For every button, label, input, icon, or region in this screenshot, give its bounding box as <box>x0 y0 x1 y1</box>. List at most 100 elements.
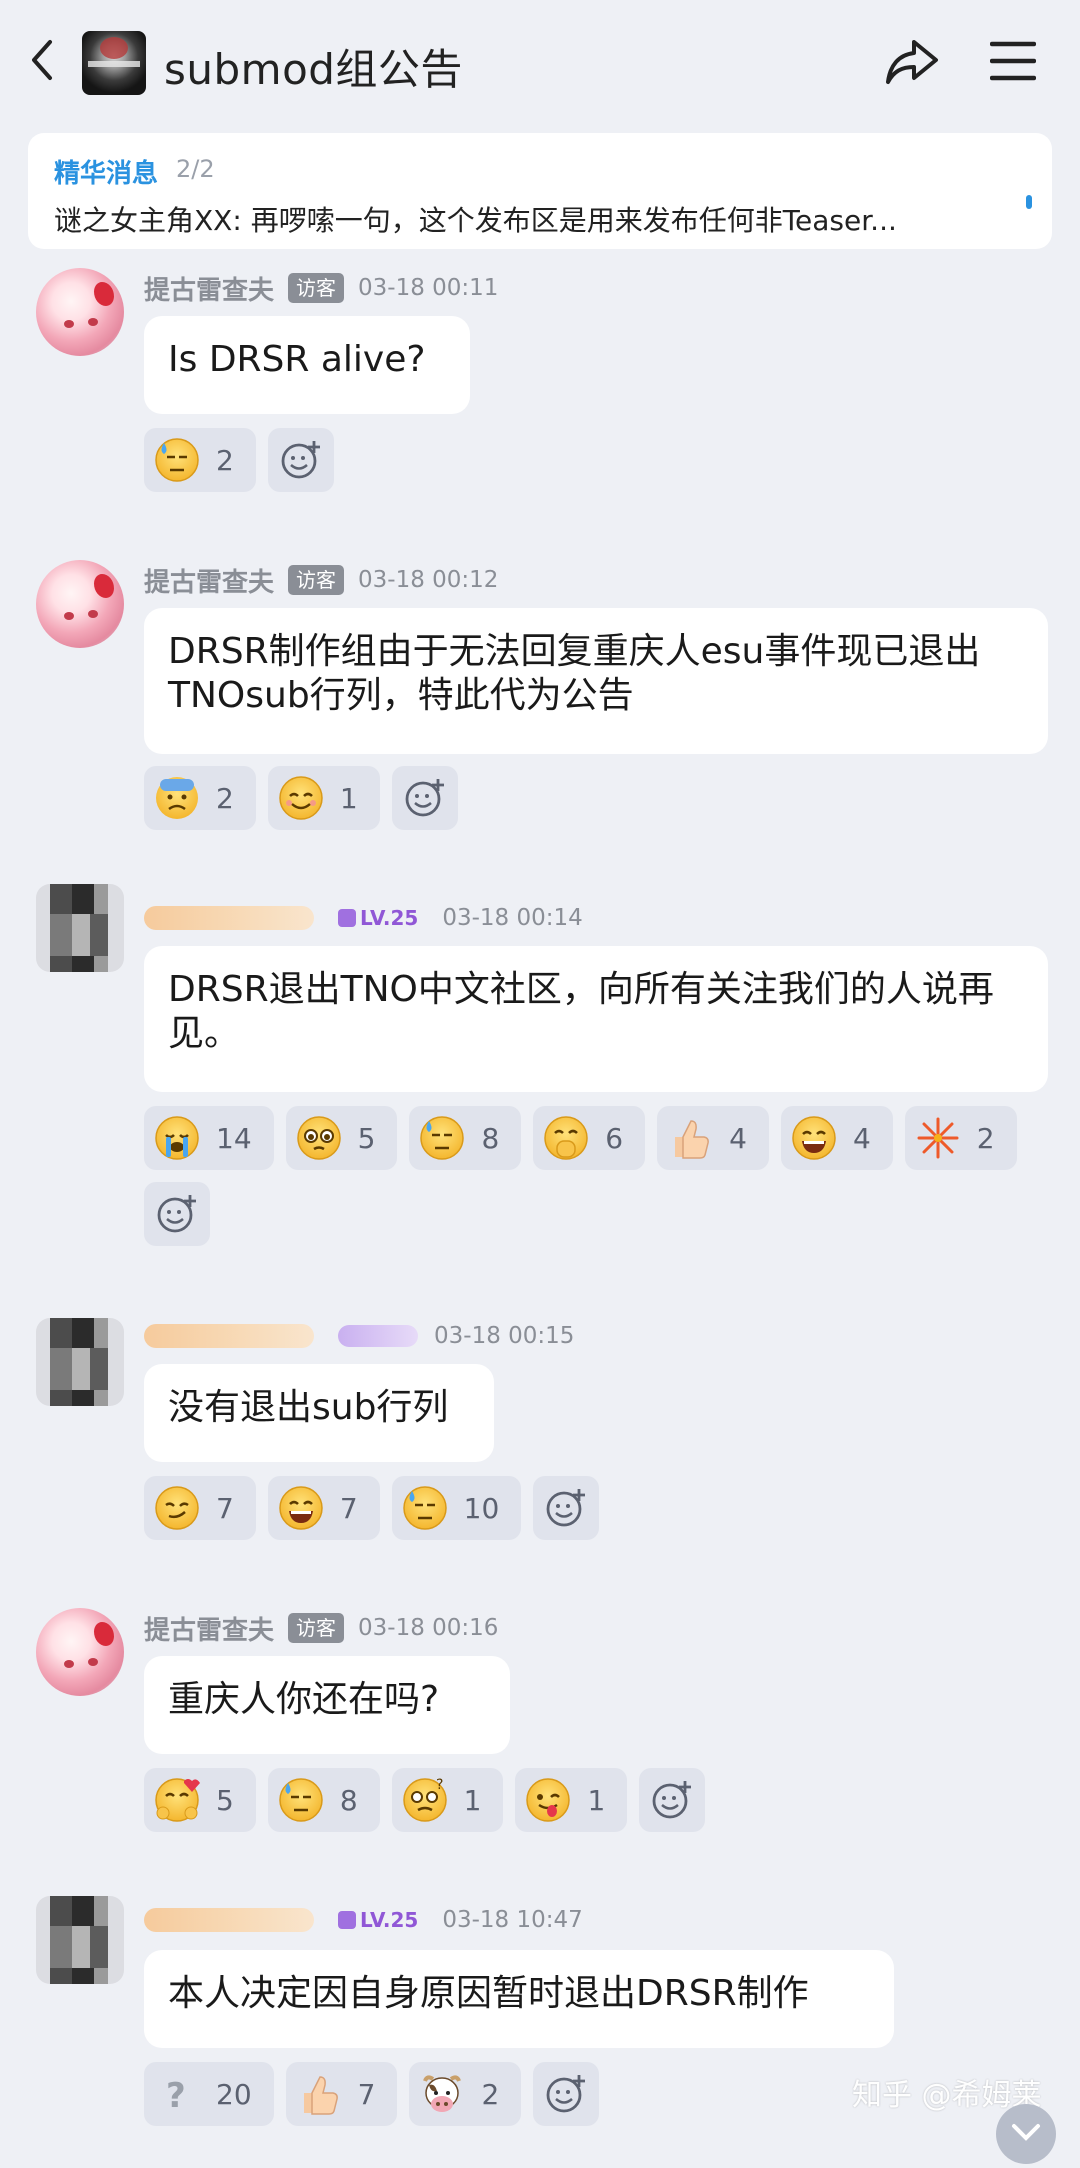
add-reaction-button[interactable] <box>267 428 334 492</box>
timestamp: 03-18 00:14 <box>442 905 583 931</box>
reaction-count: 5 <box>357 1121 376 1155</box>
chevron-left-icon[interactable] <box>22 38 66 82</box>
pinned-message-bar[interactable]: 精华消息 2/2 谜之女主角XX: 再啰嗦一句，这个发布区是用来发布任何非Tea… <box>28 133 1052 249</box>
reaction-count: 7 <box>357 2077 376 2111</box>
add-reaction-button[interactable] <box>144 1182 210 1246</box>
blurred-sender-name[interactable] <box>144 1908 314 1932</box>
reaction-count: 7 <box>339 1491 358 1525</box>
grinning-face-icon <box>791 1115 837 1161</box>
reaction-row: 5 8 ? 1 1 <box>144 1768 1074 1832</box>
reaction-chip[interactable]: 7 <box>267 1476 380 1540</box>
avatar[interactable] <box>36 560 124 648</box>
add-emoji-icon <box>546 2075 586 2113</box>
guest-badge: 访客 <box>288 565 345 595</box>
reaction-chip[interactable]: 5 <box>285 1106 398 1170</box>
reaction-count: 2 <box>216 443 234 477</box>
top-bar: submod组公告 <box>0 0 1080 124</box>
reaction-chip[interactable]: 1 <box>515 1768 628 1832</box>
reaction-count: 1 <box>339 781 358 815</box>
sweat-face-icon <box>402 1485 448 1531</box>
level-badge: LV.25 <box>338 906 418 930</box>
reaction-count: 6 <box>605 1121 624 1155</box>
message-meta: 提古雷查夫 访客 03-18 00:16 <box>144 1608 498 1648</box>
reaction-count: 7 <box>216 1491 234 1525</box>
reaction-chip[interactable]: 10 <box>391 1476 522 1540</box>
thinking-face-icon: ? <box>402 1777 448 1823</box>
reaction-row: 14 5 8 6 4 4 2 <box>144 1106 1074 1246</box>
reaction-chip[interactable]: 14 <box>144 1106 274 1170</box>
avatar[interactable] <box>36 884 124 972</box>
add-emoji-icon <box>405 779 444 817</box>
scroll-to-bottom-button[interactable] <box>996 2104 1056 2164</box>
pleading-face-icon <box>296 1115 342 1161</box>
reaction-chip[interactable]: 7 <box>285 2062 398 2126</box>
question-mark-icon: ? <box>166 2076 186 2116</box>
thumbs-up-icon <box>675 1120 710 1159</box>
timestamp: 03-18 00:16 <box>358 1615 499 1641</box>
pinned-count: 2/2 <box>176 155 215 183</box>
message-bubble[interactable]: 本人决定因自身原因暂时退出DRSR制作 <box>144 1950 894 2048</box>
reaction-count: 14 <box>216 1121 252 1155</box>
menu-icon[interactable] <box>990 40 1036 82</box>
reaction-count: 4 <box>852 1121 871 1155</box>
message-bubble[interactable]: DRSR制作组由于无法回复重庆人esu事件现已退出TNOsub行列，特此代为公告 <box>144 608 1048 754</box>
avatar[interactable] <box>36 1608 124 1696</box>
reaction-chip[interactable]: 7 <box>144 1476 256 1540</box>
message-meta: 提古雷查夫 访客 03-18 00:12 <box>144 560 498 600</box>
hugging-face-icon <box>154 1777 200 1823</box>
avatar[interactable] <box>36 1318 124 1406</box>
reaction-chip[interactable]: 2 <box>144 428 256 492</box>
message-bubble[interactable]: DRSR退出TNO中文社区，向所有关注我们的人说再见。 <box>144 946 1048 1092</box>
reaction-chip[interactable]: ? 20 <box>144 2062 274 2126</box>
sender-name[interactable]: 提古雷查夫 <box>144 1610 274 1647</box>
reaction-chip[interactable]: 2 <box>144 766 256 830</box>
reaction-count: 2 <box>216 781 234 815</box>
reaction-count: 1 <box>587 1783 606 1817</box>
message-meta: 提古雷查夫 访客 03-18 00:11 <box>144 268 498 308</box>
pinned-text: 谜之女主角XX: 再啰嗦一句，这个发布区是用来发布任何非Teaser... <box>54 204 897 237</box>
pinned-indicator <box>1026 195 1032 209</box>
guest-badge: 访客 <box>288 1613 345 1643</box>
timestamp: 03-18 00:15 <box>434 1323 575 1349</box>
message-bubble[interactable]: 没有退出sub行列 <box>144 1364 494 1462</box>
add-reaction-button[interactable] <box>533 2062 600 2126</box>
reaction-chip[interactable]: 2 <box>409 2062 522 2126</box>
reaction-chip[interactable]: 2 <box>904 1106 1017 1170</box>
avatar[interactable] <box>36 1896 124 1984</box>
svg-text:?: ? <box>436 1777 443 1793</box>
reaction-row: 2 <box>144 428 1074 492</box>
group-title[interactable]: submod组公告 <box>164 36 463 97</box>
message-bubble[interactable]: Is DRSR alive? <box>144 316 470 414</box>
reaction-chip[interactable]: 4 <box>780 1106 893 1170</box>
sender-name[interactable]: 提古雷查夫 <box>144 270 274 307</box>
sweat-face-icon <box>419 1115 465 1161</box>
add-reaction-button[interactable] <box>391 766 458 830</box>
reaction-chip[interactable]: 8 <box>409 1106 522 1170</box>
message-bubble[interactable]: 重庆人你还在吗? <box>144 1656 510 1754</box>
level-shield-icon <box>338 1911 356 1929</box>
message-meta: LV.25 03-18 10:47 <box>144 1900 583 1940</box>
reaction-count: 2 <box>976 1121 995 1155</box>
timestamp: 03-18 10:47 <box>442 1907 583 1933</box>
add-emoji-icon <box>652 1781 692 1819</box>
reaction-chip[interactable]: 8 <box>267 1768 380 1832</box>
share-icon[interactable] <box>884 36 940 88</box>
reaction-chip[interactable]: ? 1 <box>391 1768 504 1832</box>
add-emoji-icon <box>281 441 320 479</box>
reaction-chip[interactable]: 4 <box>657 1106 769 1170</box>
reaction-chip[interactable]: 5 <box>144 1768 256 1832</box>
add-emoji-icon <box>546 1489 586 1527</box>
add-reaction-button[interactable] <box>533 1476 600 1540</box>
timestamp: 03-18 00:11 <box>358 275 499 301</box>
reaction-chip[interactable]: 1 <box>267 766 380 830</box>
smiling-face-icon <box>278 775 324 821</box>
blurred-sender-name[interactable] <box>144 1324 314 1348</box>
blurred-sender-name[interactable] <box>144 906 314 930</box>
avatar[interactable] <box>36 268 124 356</box>
reaction-chip[interactable]: 6 <box>533 1106 646 1170</box>
add-reaction-button[interactable] <box>639 1768 706 1832</box>
sender-name[interactable]: 提古雷查夫 <box>144 562 274 599</box>
blurred-level-badge <box>338 1325 418 1347</box>
group-avatar[interactable] <box>82 31 146 95</box>
guest-badge: 访客 <box>288 273 345 303</box>
